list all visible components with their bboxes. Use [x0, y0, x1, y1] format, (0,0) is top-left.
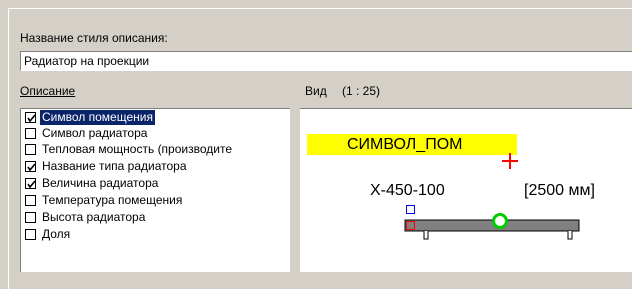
list-item-label: Тепловая мощность (производите: [42, 142, 233, 156]
checkbox[interactable]: [25, 161, 36, 172]
style-name-label: Название стиля описания:: [20, 31, 168, 45]
list-item[interactable]: Температура помещения: [23, 193, 289, 210]
green-grip-icon[interactable]: [492, 213, 508, 229]
list-item[interactable]: Тепловая мощность (производите: [23, 142, 289, 159]
checkbox[interactable]: [25, 178, 36, 189]
list-item-label: Высота радиатора: [42, 210, 146, 224]
list-item[interactable]: Символ радиатора: [23, 126, 289, 143]
list-item-label: Символ помещения: [40, 110, 155, 125]
radiator-type-text: X-450-100: [370, 182, 445, 199]
red-grip-icon[interactable]: [406, 221, 415, 230]
list-item[interactable]: Доля: [23, 227, 289, 244]
checkbox[interactable]: [25, 195, 36, 206]
style-name-input[interactable]: Радиатор на проекции: [20, 51, 632, 71]
description-listbox[interactable]: Символ помещения Символ радиатора Теплов…: [20, 108, 290, 272]
room-symbol-text: СИМВОЛ_ПОМ: [347, 136, 463, 153]
view-scale: (1 : 25): [342, 84, 381, 98]
blue-grip-icon[interactable]: [406, 205, 415, 214]
checkbox[interactable]: [25, 144, 36, 155]
list-item[interactable]: Высота радиатора: [23, 210, 289, 227]
checkbox[interactable]: [25, 128, 36, 139]
view-label: Вид: [305, 84, 327, 98]
list-item[interactable]: Величина радиатора: [23, 176, 289, 193]
insertion-cross-icon: [502, 153, 518, 169]
list-item-label: Символ радиатора: [42, 126, 148, 140]
checkbox[interactable]: [25, 212, 36, 223]
checkbox[interactable]: [25, 112, 36, 123]
list-item-label: Температура помещения: [42, 193, 183, 207]
checkbox[interactable]: [25, 229, 36, 240]
list-item-label: Величина радиатора: [42, 176, 159, 190]
radiator-size-text: [2500 мм]: [524, 182, 595, 199]
description-label: Описание: [20, 84, 76, 98]
list-item-label: Название типа радиатора: [42, 159, 187, 173]
list-item[interactable]: Название типа радиатора: [23, 159, 289, 176]
list-item[interactable]: Символ помещения: [23, 110, 289, 127]
list-item-label: Доля: [42, 227, 71, 241]
view-preview: СИМВОЛ_ПОМ X-450-100 [2500 мм]: [300, 108, 632, 272]
